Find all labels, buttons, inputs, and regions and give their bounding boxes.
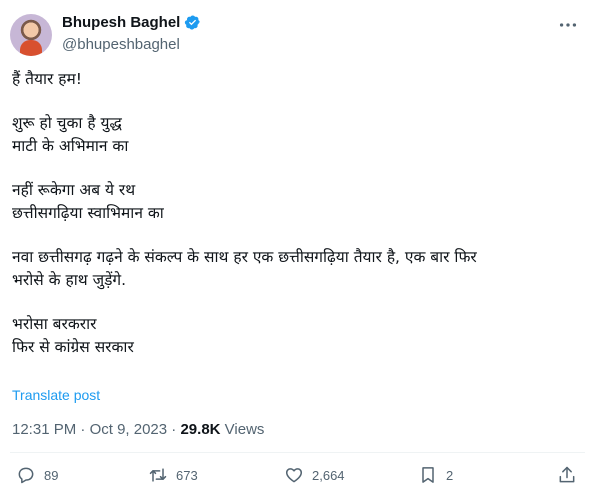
author-name-row: Bhupesh Baghel	[62, 14, 201, 31]
bookmark-button[interactable]: 2	[418, 465, 453, 485]
post-date[interactable]: Oct 9, 2023	[90, 421, 168, 438]
heart-icon	[285, 468, 303, 483]
tweet-card: Bhupesh Baghel @bhupeshbaghel हैं तैयार …	[0, 0, 595, 497]
reply-button[interactable]: 89	[16, 465, 58, 485]
reply-count: 89	[44, 467, 59, 483]
reply-icon	[18, 467, 34, 484]
translate-post-link[interactable]: Translate post	[12, 387, 100, 403]
tweet-meta: 12:31 PM · Oct 9, 2023 · 29.8K Views	[12, 421, 264, 438]
views-count: 29.8K	[180, 421, 221, 438]
avatar[interactable]	[10, 14, 52, 56]
tweet-line: फिर से कांग्रेस सरकार	[12, 338, 134, 356]
verified-badge-icon	[185, 15, 201, 30]
author-handle[interactable]: @bhupeshbaghel	[62, 36, 180, 53]
repost-button[interactable]: 673	[148, 465, 198, 485]
repost-count: 673	[176, 467, 198, 483]
views-label: Views	[224, 421, 265, 438]
action-bar: 89 673 2,664 2	[0, 465, 595, 493]
post-time[interactable]: 12:31 PM	[12, 421, 76, 438]
share-icon	[559, 466, 575, 483]
tweet-line: भरोसा बरकरार	[12, 315, 97, 333]
tweet-line: हैं तैयार हम!	[12, 70, 82, 88]
share-button[interactable]	[557, 465, 577, 490]
author-display-name[interactable]: Bhupesh Baghel	[62, 14, 180, 31]
tweet-line: छत्तीसगढ़िया स्वाभिमान का	[12, 204, 164, 222]
tweet-line: नहीं रूकेगा अब ये रथ	[12, 181, 136, 199]
meta-separator: ·	[171, 421, 177, 438]
tweet-line: शुरू हो चुका है युद्ध	[12, 114, 122, 132]
like-button[interactable]: 2,664	[284, 465, 345, 485]
bookmark-icon	[422, 467, 434, 483]
repost-icon	[149, 468, 167, 482]
divider	[10, 452, 585, 453]
tweet-text: हैं तैयार हम! शुरू हो चुका है युद्ध माटी…	[12, 68, 582, 359]
tweet-line: माटी के अभिमान का	[12, 137, 129, 155]
like-count: 2,664	[312, 467, 345, 483]
tweet-line: भरोसे के हाथ जुड़ेंगे.	[12, 271, 127, 289]
more-options-icon[interactable]	[557, 14, 579, 36]
bookmark-count: 2	[446, 467, 454, 483]
tweet-line: नवा छत्तीसगढ़ गढ़ने के संकल्प के साथ हर …	[12, 248, 477, 266]
meta-separator: ·	[80, 421, 86, 438]
